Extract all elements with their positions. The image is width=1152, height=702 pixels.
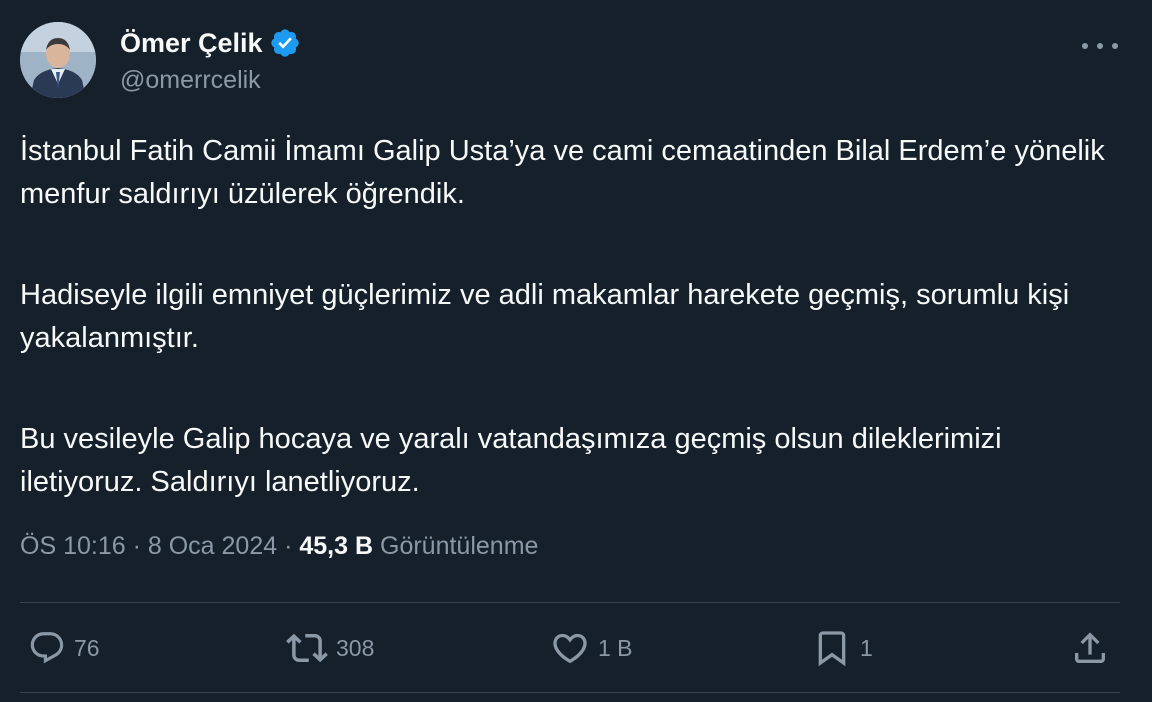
reply-icon (30, 632, 64, 664)
retweet-icon (286, 633, 328, 663)
bookmark-icon (818, 631, 846, 667)
avatar[interactable] (20, 22, 96, 98)
tweet-meta: ÖS 10:16 · 8 Oca 2024 · 45,3 B Görüntüle… (20, 532, 538, 561)
display-name-row: Ömer Çelik (120, 24, 301, 62)
retweet-button[interactable]: 308 (286, 622, 374, 674)
more-options-icon[interactable] (1082, 34, 1118, 58)
bookmark-button[interactable]: 1 (812, 622, 873, 674)
retweet-count: 308 (336, 634, 375, 661)
action-bar: 76 308 1 B 1 (0, 622, 1152, 674)
divider (20, 602, 1120, 603)
tweet-paragraph: Bu vesileyle Galip hocaya ve yaralı vata… (20, 423, 1002, 498)
tweet-date[interactable]: 8 Oca 2024 (148, 532, 277, 560)
reply-button[interactable]: 76 (28, 622, 100, 674)
avatar-photo-icon (20, 22, 96, 98)
divider (20, 692, 1120, 693)
views-label[interactable]: Görüntülenme (380, 532, 538, 560)
tweet-paragraph: İstanbul Fatih Camii İmamı Galip Usta’ya… (20, 135, 1105, 210)
views-count[interactable]: 45,3 B (299, 532, 373, 560)
tweet-paragraph: Hadiseyle ilgili emniyet güçlerimiz ve a… (20, 279, 1070, 354)
author-names: Ömer Çelik @omerrcelik (120, 24, 301, 95)
tweet-header: Ömer Çelik @omerrcelik (20, 22, 1132, 102)
reply-count: 76 (74, 634, 100, 661)
share-button[interactable] (1070, 622, 1110, 674)
heart-icon (553, 633, 587, 664)
like-count: 1 B (598, 634, 633, 661)
user-handle[interactable]: @omerrcelik (120, 66, 301, 95)
tweet-text: İstanbul Fatih Camii İmamı Galip Usta’ya… (20, 130, 1120, 562)
tweet-time[interactable]: ÖS 10:16 (20, 532, 126, 560)
bookmark-count: 1 (860, 634, 873, 661)
tweet-card: Ömer Çelik @omerrcelik İstanbul Fatih Ca… (0, 0, 1152, 702)
like-button[interactable]: 1 B (550, 622, 633, 674)
display-name[interactable]: Ömer Çelik (120, 28, 263, 59)
meta-separator: · (132, 532, 141, 560)
verified-badge-icon[interactable] (269, 27, 301, 59)
meta-separator: · (284, 532, 293, 560)
share-icon (1075, 632, 1105, 663)
